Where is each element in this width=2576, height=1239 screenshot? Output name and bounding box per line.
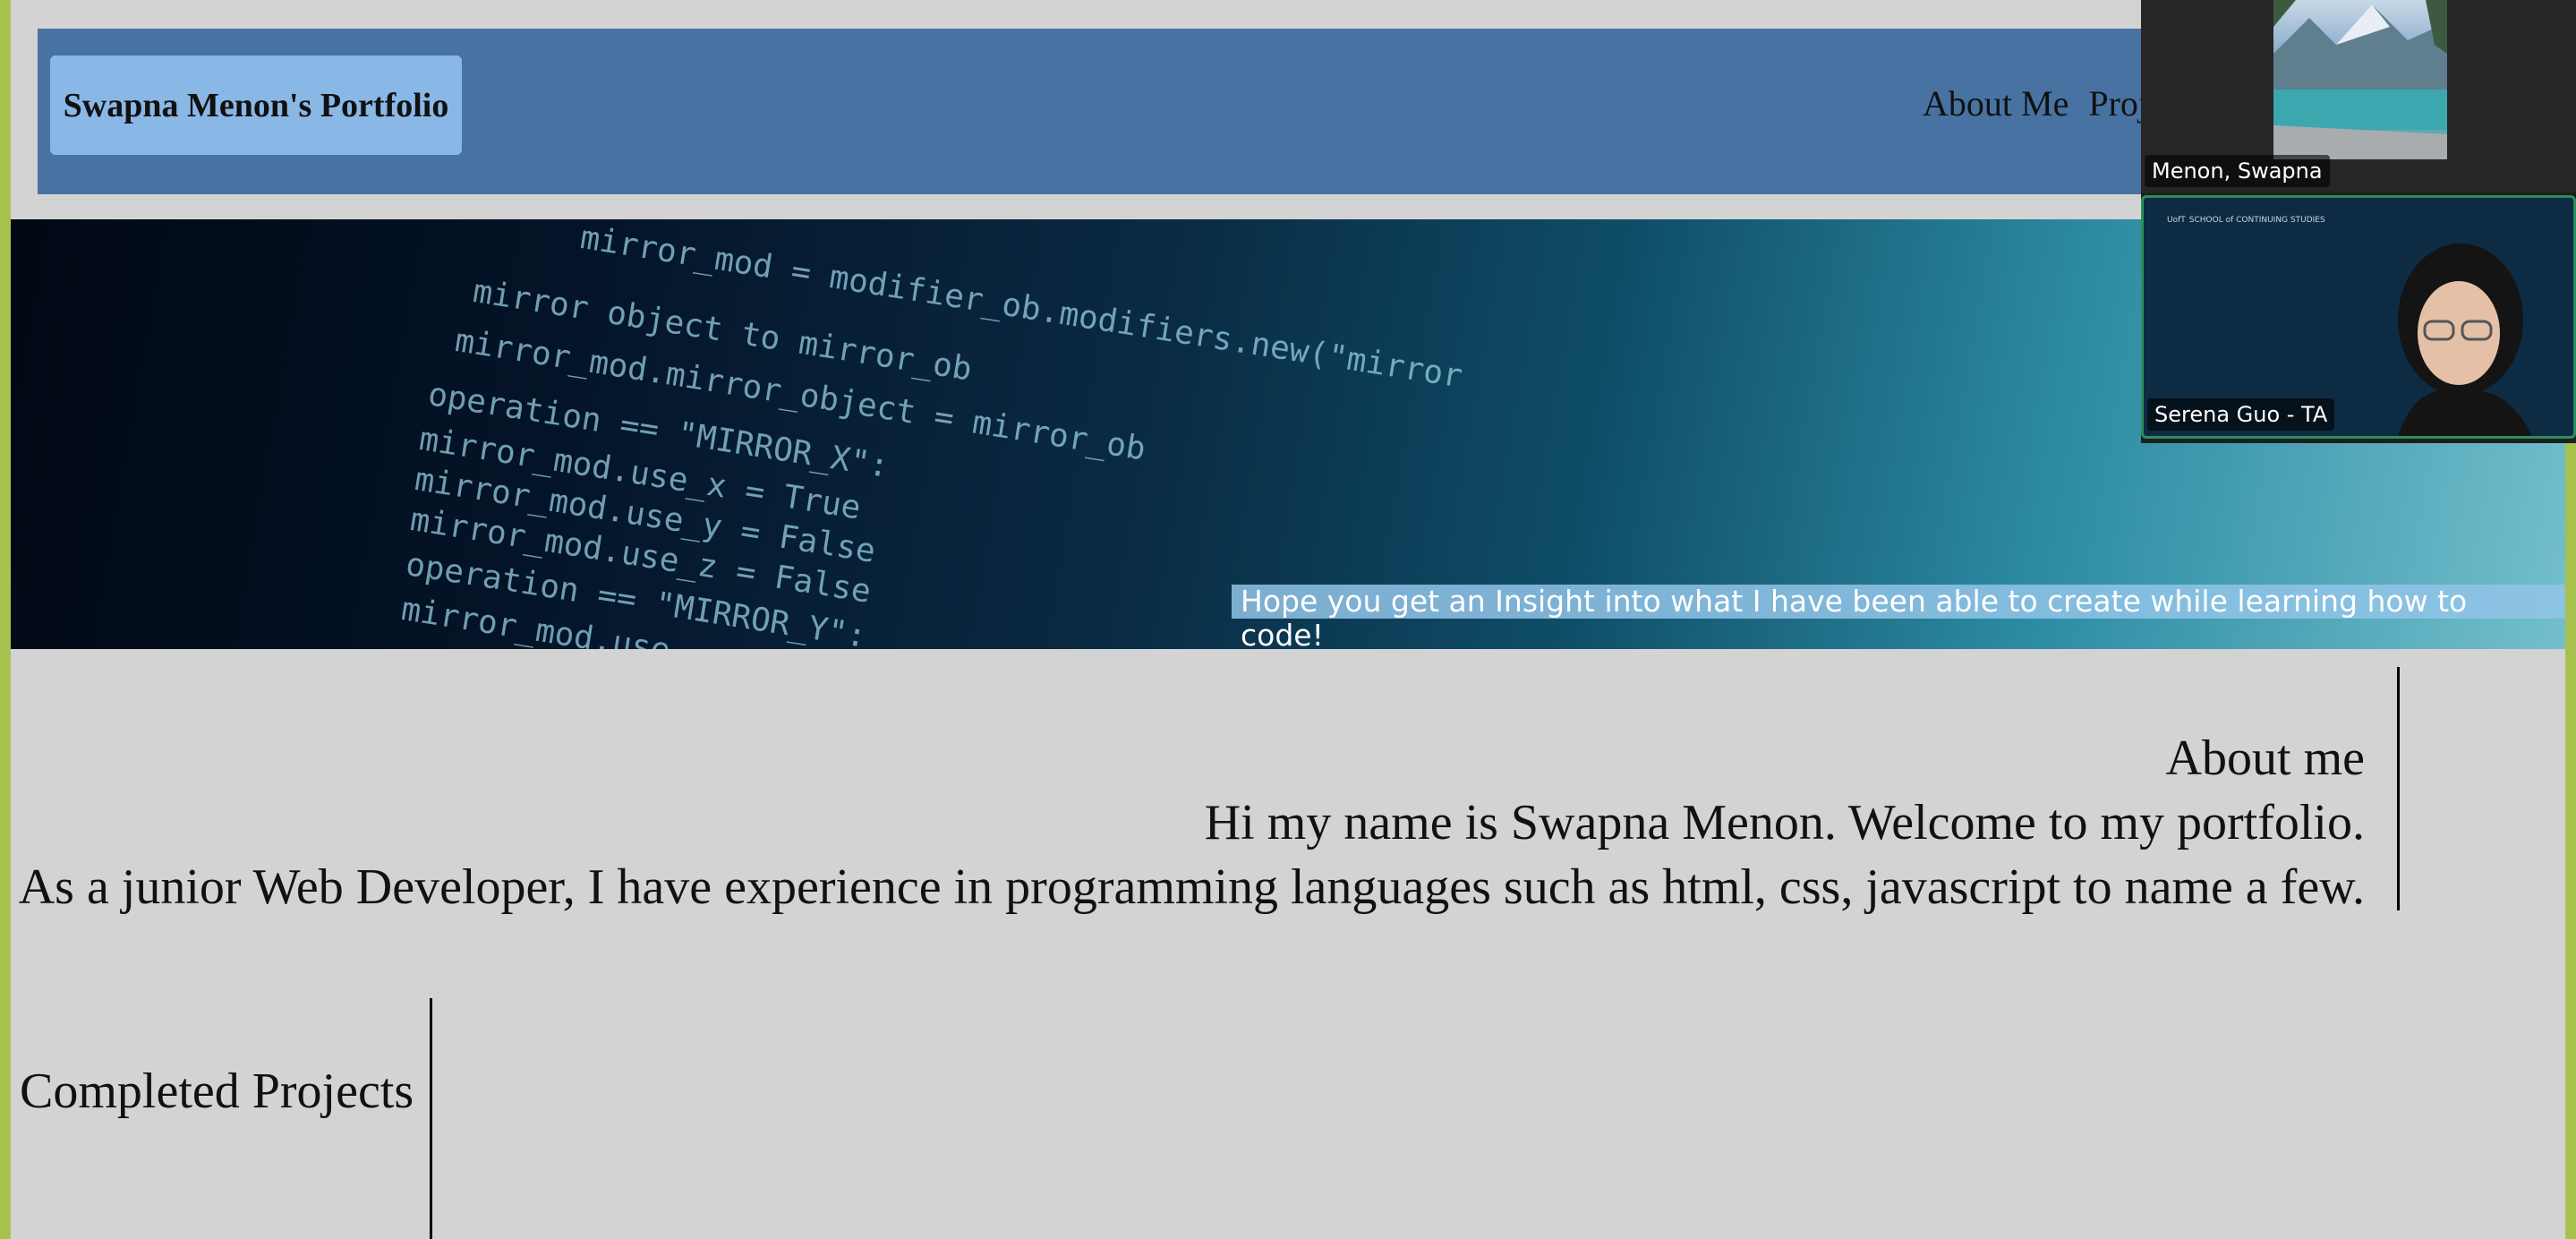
window-edge-left	[0, 0, 11, 1239]
video-call-panel: Menon, Swapna UofT SCHOOL of CONTINUING S…	[2141, 0, 2576, 443]
participant-name: Serena Guo - TA	[2147, 398, 2335, 431]
nav-projects-link[interactable]: Proj	[2088, 82, 2148, 124]
main-nav: About Me Proj	[1923, 82, 2148, 124]
lake-mountain-thumbnail	[2273, 0, 2447, 159]
about-heading: About me	[2165, 731, 2365, 786]
projects-heading: Completed Projects	[20, 1064, 414, 1119]
about-text: About me Hi my name is Swapna Menon. Wel…	[19, 726, 2365, 919]
brand-logo[interactable]: Swapna Menon's Portfolio	[50, 56, 462, 155]
hero-tagline: Hope you get an Insight into what I have…	[1232, 585, 2565, 649]
participant-name: Menon, Swapna	[2145, 155, 2330, 187]
about-intro: Hi my name is Swapna Menon. Welcome to m…	[1204, 795, 2365, 850]
participant-tile[interactable]: Menon, Swapna	[2141, 0, 2576, 192]
participant-tile-active[interactable]: UofT SCHOOL of CONTINUING STUDIES Serena …	[2141, 195, 2576, 439]
projects-section: Completed Projects	[11, 998, 432, 1239]
uoft-logo: UofT SCHOOL of CONTINUING STUDIES	[2167, 216, 2325, 225]
participant-video	[2398, 244, 2532, 436]
about-experience: As a junior Web Developer, I have experi…	[18, 859, 2365, 915]
nav-about-me-link[interactable]: About Me	[1923, 82, 2068, 124]
about-section: About me Hi my name is Swapna Menon. Wel…	[11, 667, 2400, 915]
